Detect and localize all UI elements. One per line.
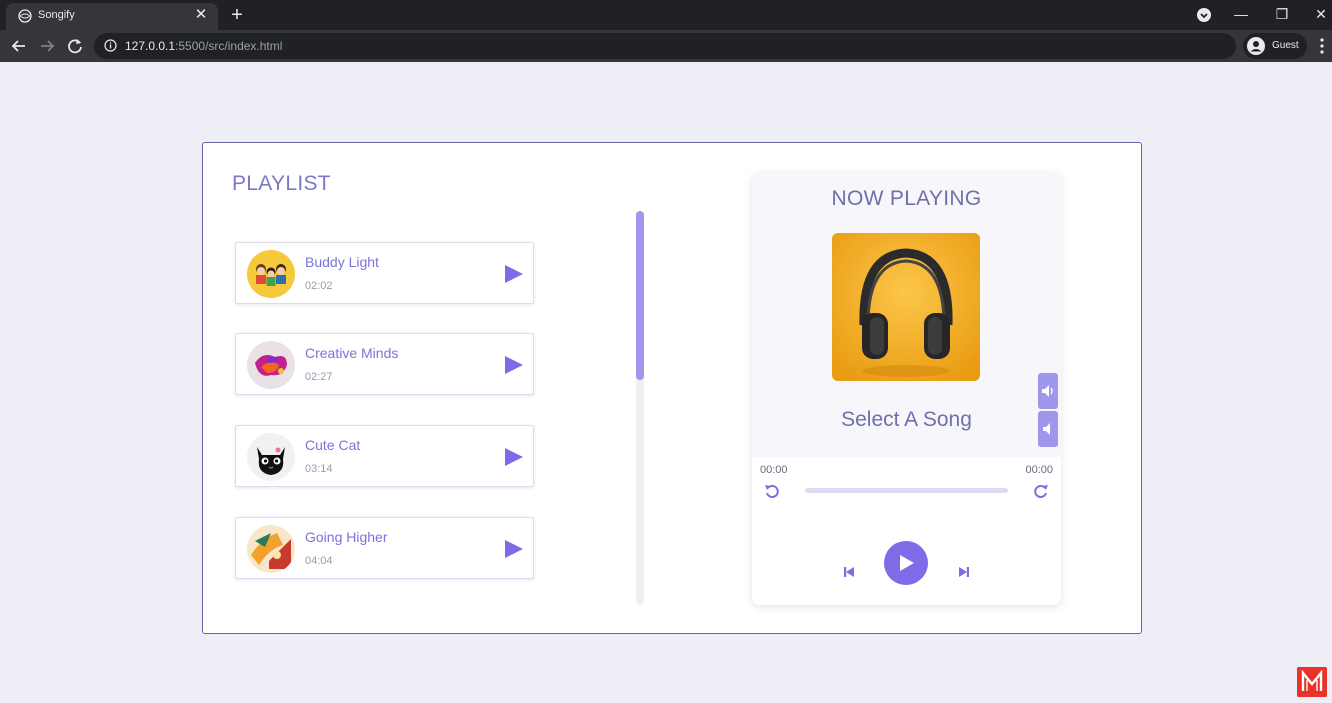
- play-icon: [900, 555, 914, 571]
- globe-icon: [18, 9, 32, 23]
- playlist-scrollbar[interactable]: [636, 211, 644, 605]
- forward-arrow-icon[interactable]: [36, 35, 58, 57]
- progress-bar[interactable]: [805, 488, 1008, 493]
- rewind-icon[interactable]: [764, 483, 780, 499]
- play-button[interactable]: [884, 541, 928, 585]
- close-tab-icon[interactable]: ✕: [192, 6, 210, 24]
- volume-down-icon: [1043, 423, 1050, 435]
- song-duration: 03:14: [305, 463, 333, 475]
- music-app-container: PLAYLIST Buddy Light 02:02 Creative Mind…: [202, 142, 1142, 634]
- url-host: 127.0.0.1: [125, 39, 176, 53]
- new-tab-button[interactable]: +: [226, 4, 248, 26]
- current-song-label: Select A Song: [841, 408, 972, 431]
- avatar-icon: [1247, 37, 1265, 55]
- volume-up-button[interactable]: [1038, 373, 1058, 409]
- watermark-logo: [1297, 667, 1327, 697]
- next-track-icon[interactable]: [957, 565, 971, 579]
- song-duration: 04:04: [305, 555, 333, 567]
- black-cat-icon: [247, 433, 295, 481]
- song-item-creative-minds[interactable]: Creative Minds 02:27: [235, 333, 534, 395]
- current-time: 00:00: [760, 464, 788, 476]
- playlist-title: PLAYLIST: [232, 172, 331, 195]
- song-title: Buddy Light: [305, 254, 379, 270]
- song-duration: 02:02: [305, 280, 333, 292]
- url-text[interactable]: 127.0.0.1:5500/src/index.html: [125, 39, 282, 53]
- play-icon[interactable]: [504, 355, 524, 375]
- scrollbar-thumb[interactable]: [636, 211, 644, 381]
- profile-button[interactable]: Guest: [1243, 33, 1307, 59]
- close-window-button[interactable]: ✕: [1310, 4, 1332, 24]
- tab-title: Songify: [38, 9, 75, 21]
- url-path: :5500/src/index.html: [175, 39, 283, 53]
- song-title: Cute Cat: [305, 437, 361, 453]
- volume-down-button[interactable]: [1038, 411, 1058, 447]
- profile-label: Guest: [1272, 40, 1299, 51]
- address-bar[interactable]: 127.0.0.1:5500/src/index.html: [94, 33, 1236, 59]
- song-title: Going Higher: [305, 529, 388, 545]
- total-time: 00:00: [1025, 464, 1053, 476]
- minimize-button[interactable]: —: [1230, 4, 1252, 24]
- play-icon[interactable]: [504, 264, 524, 284]
- paint-splash-icon: [247, 341, 295, 389]
- song-title: Creative Minds: [305, 345, 399, 361]
- volume-up-icon: [1042, 385, 1053, 397]
- kids-icon: [247, 250, 295, 298]
- browser-toolbar: 127.0.0.1:5500/src/index.html Guest: [0, 30, 1332, 62]
- menu-dots-icon[interactable]: [1316, 36, 1328, 56]
- song-duration: 02:27: [305, 371, 333, 383]
- song-item-cute-cat[interactable]: Cute Cat 03:14: [235, 425, 534, 487]
- abstract-art-icon: [247, 525, 295, 573]
- headphones-icon: [832, 233, 980, 381]
- play-icon[interactable]: [504, 447, 524, 467]
- song-item-buddy-light[interactable]: Buddy Light 02:02: [235, 242, 534, 304]
- restore-button[interactable]: ❐: [1271, 4, 1293, 24]
- play-icon[interactable]: [504, 539, 524, 559]
- browser-tab-strip: Songify ✕ + — ❐ ✕: [0, 0, 1332, 30]
- browser-tab[interactable]: Songify ✕: [6, 3, 218, 30]
- now-playing-card: NOW PLAYING Select A Song 00:00 00:00: [752, 172, 1061, 605]
- reload-icon[interactable]: [64, 35, 86, 57]
- now-playing-heading: NOW PLAYING: [831, 187, 982, 210]
- fast-forward-icon[interactable]: [1033, 483, 1049, 499]
- info-icon[interactable]: [104, 39, 117, 52]
- back-arrow-icon[interactable]: [8, 35, 30, 57]
- tab-search-icon[interactable]: [1196, 7, 1212, 23]
- song-item-going-higher[interactable]: Going Higher 04:04: [235, 517, 534, 579]
- previous-track-icon[interactable]: [842, 565, 856, 579]
